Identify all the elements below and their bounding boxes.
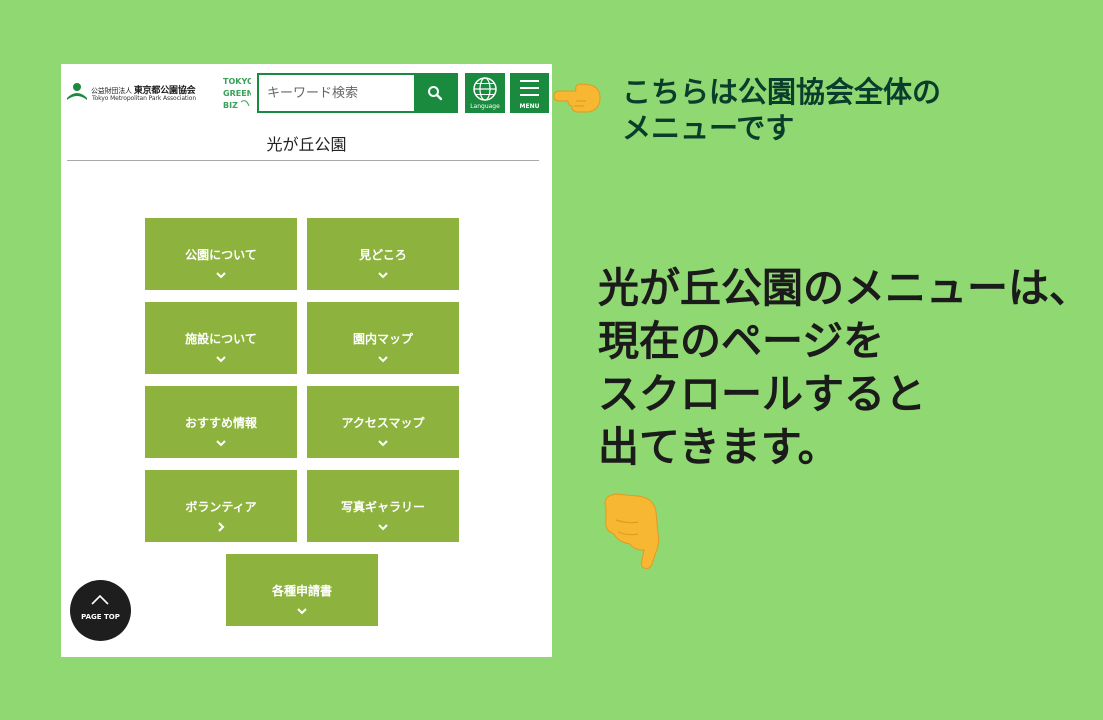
search-input[interactable] [259, 75, 422, 111]
pointing-left-hand-icon [553, 83, 601, 113]
title-divider [67, 160, 539, 161]
phone-screenshot: 公益財団法人 東京都公園協会 Tokyo Metropolitan Park As… [61, 64, 552, 657]
search-box [257, 73, 458, 113]
park-menu-tile[interactable]: 写真ギャラリー [307, 470, 459, 542]
park-menu-tile-label: アクセスマップ [341, 416, 425, 430]
chevron-right-icon [218, 522, 225, 532]
park-menu-tile-label: 施設について [185, 332, 257, 346]
svg-text:TOKYO: TOKYO [223, 77, 251, 86]
park-menu-tile[interactable]: 施設について [145, 302, 297, 374]
park-menu-tile-label: おすすめ情報 [184, 416, 257, 430]
language-label: Language [470, 103, 500, 110]
callout-line: 現在のページを [598, 317, 885, 365]
park-menu-tile[interactable]: 各種申請書 [226, 554, 378, 626]
globe-icon [473, 77, 497, 101]
svg-text:GREEN: GREEN [223, 89, 251, 98]
hamburger-icon [520, 80, 539, 101]
callout-line: 出てきます。 [598, 423, 839, 471]
language-button[interactable]: Language [465, 73, 505, 113]
menu-button[interactable]: MENU [510, 73, 549, 113]
park-menu-tile-label: 各種申請書 [271, 584, 332, 598]
callout-line: メニューです [622, 111, 795, 145]
park-menu-tile-label: 見どころ [359, 248, 407, 262]
park-association-logo-icon [67, 83, 87, 100]
chevron-up-icon [91, 594, 109, 605]
callout-line: スクロールすると [598, 370, 926, 418]
chevron-down-icon [216, 440, 226, 447]
search-button[interactable] [414, 75, 456, 111]
logo-english: Tokyo Metropolitan Park Association [92, 95, 197, 102]
page-top-label: PAGE TOP [81, 613, 120, 621]
pointing-down-hand-icon [604, 493, 660, 569]
park-menu-tile-label: ボランティア [185, 500, 257, 514]
logo-org-type: 公益財団法人 [91, 87, 132, 95]
park-menu-tile[interactable]: ボランティア [145, 470, 297, 542]
chevron-down-icon [297, 608, 307, 615]
park-menu-tile-label: 公園について [185, 248, 257, 262]
site-header: 公益財団法人 東京都公園協会 Tokyo Metropolitan Park As… [61, 64, 552, 119]
park-menu-tile-label: 園内マップ [352, 332, 413, 346]
park-menu-callout: 光が丘公園のメニューは、 現在のページを スクロールすると 出てきます。 [598, 262, 1090, 474]
chevron-down-icon [378, 272, 388, 279]
svg-text:BIZ: BIZ [223, 101, 238, 110]
chevron-down-icon [378, 524, 388, 531]
association-menu-callout: こちらは公園協会全体の メニューです [622, 74, 941, 146]
park-title: 光が丘公園 [266, 135, 347, 154]
chevron-down-icon [378, 440, 388, 447]
park-menu-tile[interactable]: アクセスマップ [307, 386, 459, 458]
chevron-down-icon [378, 356, 388, 363]
callout-line: 光が丘公園のメニューは、 [598, 264, 1090, 312]
park-menu-tile-label: 写真ギャラリー [340, 500, 425, 514]
search-icon [428, 86, 443, 101]
park-menu-tile[interactable]: おすすめ情報 [145, 386, 297, 458]
page-top-button[interactable]: PAGE TOP [70, 580, 131, 641]
park-menu-tile[interactable]: 園内マップ [307, 302, 459, 374]
chevron-down-icon [216, 272, 226, 279]
menu-label: MENU [519, 103, 540, 110]
park-menu-tile[interactable]: 公園について [145, 218, 297, 290]
chevron-down-icon [216, 356, 226, 363]
park-menu-tile[interactable]: 見どころ [307, 218, 459, 290]
callout-line: こちらは公園協会全体の [622, 75, 942, 109]
tokyo-green-biz-logo-icon[interactable]: TOKYO GREEN BIZ [221, 74, 251, 112]
